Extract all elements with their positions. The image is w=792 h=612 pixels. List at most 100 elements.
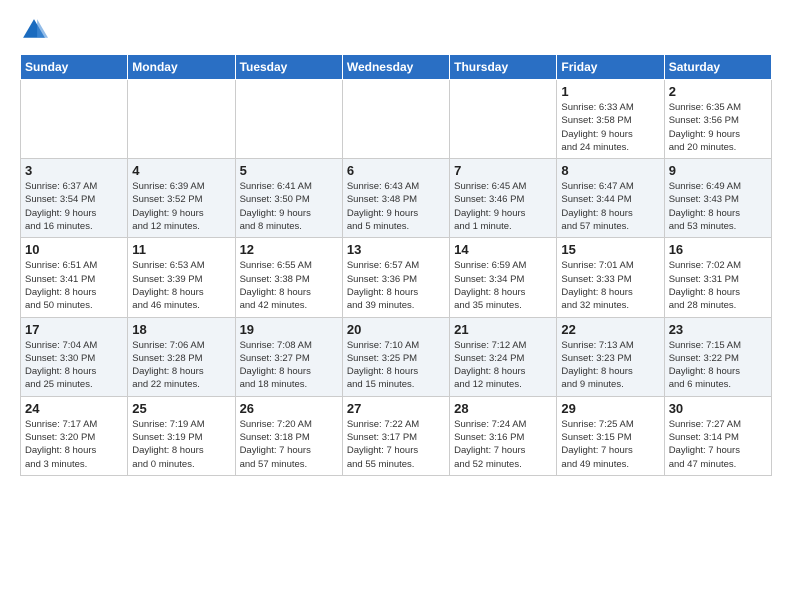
- day-detail: Sunrise: 7:19 AM Sunset: 3:19 PM Dayligh…: [132, 418, 230, 471]
- day-cell: 11 Sunrise: 6:53 AM Sunset: 3:39 PM Dayli…: [128, 238, 235, 317]
- day-number: 11: [132, 242, 230, 257]
- day-detail: Sunrise: 7:01 AM Sunset: 3:33 PM Dayligh…: [561, 259, 659, 312]
- day-number: 13: [347, 242, 445, 257]
- logo: [20, 16, 52, 44]
- day-number: 17: [25, 322, 123, 337]
- day-detail: Sunrise: 6:41 AM Sunset: 3:50 PM Dayligh…: [240, 180, 338, 233]
- day-number: 23: [669, 322, 767, 337]
- day-cell: 4 Sunrise: 6:39 AM Sunset: 3:52 PM Daylig…: [128, 159, 235, 238]
- col-header-monday: Monday: [128, 55, 235, 80]
- day-number: 29: [561, 401, 659, 416]
- day-number: 25: [132, 401, 230, 416]
- day-detail: Sunrise: 7:17 AM Sunset: 3:20 PM Dayligh…: [25, 418, 123, 471]
- day-detail: Sunrise: 7:06 AM Sunset: 3:28 PM Dayligh…: [132, 339, 230, 392]
- day-cell: 22 Sunrise: 7:13 AM Sunset: 3:23 PM Dayli…: [557, 317, 664, 396]
- day-cell: 9 Sunrise: 6:49 AM Sunset: 3:43 PM Daylig…: [664, 159, 771, 238]
- day-number: 20: [347, 322, 445, 337]
- day-cell: 10 Sunrise: 6:51 AM Sunset: 3:41 PM Dayli…: [21, 238, 128, 317]
- day-detail: Sunrise: 7:12 AM Sunset: 3:24 PM Dayligh…: [454, 339, 552, 392]
- day-cell: [235, 80, 342, 159]
- day-detail: Sunrise: 6:53 AM Sunset: 3:39 PM Dayligh…: [132, 259, 230, 312]
- day-cell: [342, 80, 449, 159]
- day-detail: Sunrise: 6:39 AM Sunset: 3:52 PM Dayligh…: [132, 180, 230, 233]
- day-number: 10: [25, 242, 123, 257]
- day-cell: 8 Sunrise: 6:47 AM Sunset: 3:44 PM Daylig…: [557, 159, 664, 238]
- day-detail: Sunrise: 7:22 AM Sunset: 3:17 PM Dayligh…: [347, 418, 445, 471]
- header: [20, 16, 772, 44]
- day-cell: 28 Sunrise: 7:24 AM Sunset: 3:16 PM Dayli…: [450, 396, 557, 475]
- day-number: 3: [25, 163, 123, 178]
- day-cell: 5Sunrise: 6:41 AM Sunset: 3:50 PM Daylig…: [235, 159, 342, 238]
- day-detail: Sunrise: 6:45 AM Sunset: 3:46 PM Dayligh…: [454, 180, 552, 233]
- day-detail: Sunrise: 7:10 AM Sunset: 3:25 PM Dayligh…: [347, 339, 445, 392]
- day-number: 28: [454, 401, 552, 416]
- week-row-3: 10 Sunrise: 6:51 AM Sunset: 3:41 PM Dayli…: [21, 238, 772, 317]
- day-number: 6: [347, 163, 445, 178]
- day-cell: 3 Sunrise: 6:37 AM Sunset: 3:54 PM Daylig…: [21, 159, 128, 238]
- day-number: 14: [454, 242, 552, 257]
- day-number: 24: [25, 401, 123, 416]
- day-detail: Sunrise: 7:13 AM Sunset: 3:23 PM Dayligh…: [561, 339, 659, 392]
- day-cell: 15 Sunrise: 7:01 AM Sunset: 3:33 PM Dayli…: [557, 238, 664, 317]
- day-cell: 12 Sunrise: 6:55 AM Sunset: 3:38 PM Dayli…: [235, 238, 342, 317]
- day-detail: Sunrise: 7:20 AM Sunset: 3:18 PM Dayligh…: [240, 418, 338, 471]
- week-row-4: 17Sunrise: 7:04 AM Sunset: 3:30 PM Dayli…: [21, 317, 772, 396]
- col-header-friday: Friday: [557, 55, 664, 80]
- day-detail: Sunrise: 6:49 AM Sunset: 3:43 PM Dayligh…: [669, 180, 767, 233]
- day-detail: Sunrise: 6:51 AM Sunset: 3:41 PM Dayligh…: [25, 259, 123, 312]
- day-number: 4: [132, 163, 230, 178]
- day-detail: Sunrise: 6:47 AM Sunset: 3:44 PM Dayligh…: [561, 180, 659, 233]
- day-detail: Sunrise: 7:25 AM Sunset: 3:15 PM Dayligh…: [561, 418, 659, 471]
- day-cell: 20 Sunrise: 7:10 AM Sunset: 3:25 PM Dayli…: [342, 317, 449, 396]
- calendar-table: SundayMondayTuesdayWednesdayThursdayFrid…: [20, 54, 772, 476]
- day-detail: Sunrise: 7:02 AM Sunset: 3:31 PM Dayligh…: [669, 259, 767, 312]
- day-cell: 18 Sunrise: 7:06 AM Sunset: 3:28 PM Dayli…: [128, 317, 235, 396]
- col-header-wednesday: Wednesday: [342, 55, 449, 80]
- day-detail: Sunrise: 6:33 AM Sunset: 3:58 PM Dayligh…: [561, 101, 659, 154]
- col-header-tuesday: Tuesday: [235, 55, 342, 80]
- day-number: 19: [240, 322, 338, 337]
- day-detail: Sunrise: 7:27 AM Sunset: 3:14 PM Dayligh…: [669, 418, 767, 471]
- day-detail: Sunrise: 7:15 AM Sunset: 3:22 PM Dayligh…: [669, 339, 767, 392]
- day-cell: 25 Sunrise: 7:19 AM Sunset: 3:19 PM Dayli…: [128, 396, 235, 475]
- day-number: 27: [347, 401, 445, 416]
- day-cell: 26Sunrise: 7:20 AM Sunset: 3:18 PM Dayli…: [235, 396, 342, 475]
- day-cell: 2Sunrise: 6:35 AM Sunset: 3:56 PM Daylig…: [664, 80, 771, 159]
- day-cell: 17Sunrise: 7:04 AM Sunset: 3:30 PM Dayli…: [21, 317, 128, 396]
- day-cell: 13Sunrise: 6:57 AM Sunset: 3:36 PM Dayli…: [342, 238, 449, 317]
- col-header-saturday: Saturday: [664, 55, 771, 80]
- day-cell: 24 Sunrise: 7:17 AM Sunset: 3:20 PM Dayli…: [21, 396, 128, 475]
- day-number: 22: [561, 322, 659, 337]
- day-cell: 6 Sunrise: 6:43 AM Sunset: 3:48 PM Daylig…: [342, 159, 449, 238]
- col-header-thursday: Thursday: [450, 55, 557, 80]
- day-number: 21: [454, 322, 552, 337]
- day-cell: 23 Sunrise: 7:15 AM Sunset: 3:22 PM Dayli…: [664, 317, 771, 396]
- header-row: SundayMondayTuesdayWednesdayThursdayFrid…: [21, 55, 772, 80]
- day-cell: 27 Sunrise: 7:22 AM Sunset: 3:17 PM Dayli…: [342, 396, 449, 475]
- page: SundayMondayTuesdayWednesdayThursdayFrid…: [0, 0, 792, 486]
- day-cell: 14 Sunrise: 6:59 AM Sunset: 3:34 PM Dayli…: [450, 238, 557, 317]
- day-detail: Sunrise: 6:55 AM Sunset: 3:38 PM Dayligh…: [240, 259, 338, 312]
- day-detail: Sunrise: 7:24 AM Sunset: 3:16 PM Dayligh…: [454, 418, 552, 471]
- day-cell: [128, 80, 235, 159]
- day-detail: Sunrise: 6:59 AM Sunset: 3:34 PM Dayligh…: [454, 259, 552, 312]
- day-cell: 7Sunrise: 6:45 AM Sunset: 3:46 PM Daylig…: [450, 159, 557, 238]
- day-number: 8: [561, 163, 659, 178]
- day-detail: Sunrise: 6:35 AM Sunset: 3:56 PM Dayligh…: [669, 101, 767, 154]
- day-cell: [450, 80, 557, 159]
- col-header-sunday: Sunday: [21, 55, 128, 80]
- day-number: 9: [669, 163, 767, 178]
- logo-icon: [20, 16, 48, 44]
- week-row-1: 1Sunrise: 6:33 AM Sunset: 3:58 PM Daylig…: [21, 80, 772, 159]
- day-cell: 21 Sunrise: 7:12 AM Sunset: 3:24 PM Dayli…: [450, 317, 557, 396]
- day-cell: 16Sunrise: 7:02 AM Sunset: 3:31 PM Dayli…: [664, 238, 771, 317]
- day-detail: Sunrise: 6:37 AM Sunset: 3:54 PM Dayligh…: [25, 180, 123, 233]
- day-cell: 1Sunrise: 6:33 AM Sunset: 3:58 PM Daylig…: [557, 80, 664, 159]
- day-number: 15: [561, 242, 659, 257]
- day-cell: 19Sunrise: 7:08 AM Sunset: 3:27 PM Dayli…: [235, 317, 342, 396]
- week-row-2: 3 Sunrise: 6:37 AM Sunset: 3:54 PM Daylig…: [21, 159, 772, 238]
- day-number: 12: [240, 242, 338, 257]
- day-detail: Sunrise: 6:43 AM Sunset: 3:48 PM Dayligh…: [347, 180, 445, 233]
- day-number: 18: [132, 322, 230, 337]
- day-cell: [21, 80, 128, 159]
